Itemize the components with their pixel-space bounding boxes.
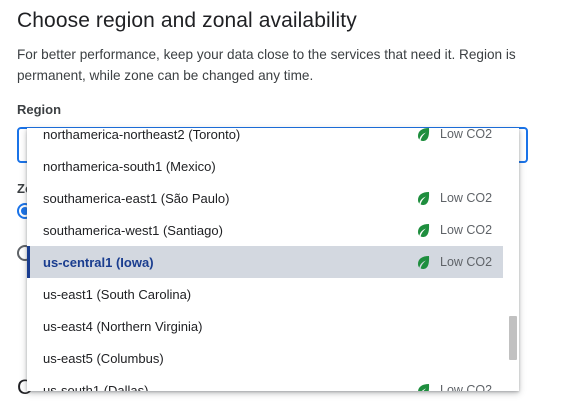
page-description: For better performance, keep your data c… <box>17 47 516 83</box>
low-co2-badge: Low CO2 <box>415 182 492 214</box>
region-option[interactable]: southamerica-west1 (Santiago) Low CO2 <box>27 214 503 246</box>
region-option-label: southamerica-east1 (São Paulo) <box>43 190 230 206</box>
region-option-label: northamerica-northeast2 (Toronto) <box>43 128 241 142</box>
page-title: Choose region and zonal availability <box>17 9 357 32</box>
leaf-icon <box>418 384 430 391</box>
region-option[interactable]: us-east5 (Columbus) <box>27 342 503 374</box>
low-co2-text: Low CO2 <box>440 255 493 269</box>
leaf-icon <box>415 222 431 238</box>
region-option[interactable]: us-east1 (South Carolina) <box>27 278 503 310</box>
leaf-icon <box>418 224 430 237</box>
leaf-icon <box>415 382 431 391</box>
region-option[interactable]: us-south1 (Dallas) Low CO2 <box>27 374 503 391</box>
low-co2-badge: Low CO2 <box>415 214 492 246</box>
low-co2-badge: Low CO2 <box>415 128 492 150</box>
region-option-label: southamerica-west1 (Santiago) <box>43 222 223 238</box>
region-option[interactable]: southamerica-east1 (São Paulo) Low CO2 <box>27 182 503 214</box>
leaf-icon <box>415 190 431 206</box>
region-option-label: us-central1 (Iowa) <box>43 254 154 270</box>
scrollbar-thumb[interactable] <box>509 316 517 360</box>
region-option-label: us-east5 (Columbus) <box>43 350 164 366</box>
region-option[interactable]: northamerica-south1 (Mexico) <box>27 150 503 182</box>
region-option[interactable]: northamerica-northeast2 (Toronto) Low CO2 <box>27 128 503 150</box>
region-dropdown-menu: northamerica-northeast2 (Toronto) Low CO2… <box>27 128 519 391</box>
region-label: Region <box>17 102 62 117</box>
leaf-icon <box>418 192 430 205</box>
low-co2-text: Low CO2 <box>440 128 493 141</box>
low-co2-badge: Low CO2 <box>415 246 492 278</box>
leaf-icon <box>415 254 431 270</box>
low-co2-text: Low CO2 <box>440 383 493 391</box>
region-option[interactable]: us-east4 (Northern Virginia) <box>27 310 503 342</box>
low-co2-text: Low CO2 <box>440 223 493 237</box>
region-option-list: northamerica-northeast2 (Toronto) Low CO2… <box>27 128 503 391</box>
dropdown-scrollbar[interactable] <box>505 128 519 391</box>
region-option-label: northamerica-south1 (Mexico) <box>43 158 216 174</box>
region-option-label: us-south1 (Dallas) <box>43 382 149 392</box>
leaf-icon <box>415 128 431 142</box>
leaf-icon <box>418 128 430 141</box>
leaf-icon <box>418 256 430 269</box>
region-option-label: us-east1 (South Carolina) <box>43 286 192 302</box>
low-co2-badge: Low CO2 <box>415 374 492 391</box>
region-option-label: us-east4 (Northern Virginia) <box>43 318 203 334</box>
region-option[interactable]: us-central1 (Iowa) Low CO2 <box>27 246 503 278</box>
low-co2-text: Low CO2 <box>440 191 493 205</box>
